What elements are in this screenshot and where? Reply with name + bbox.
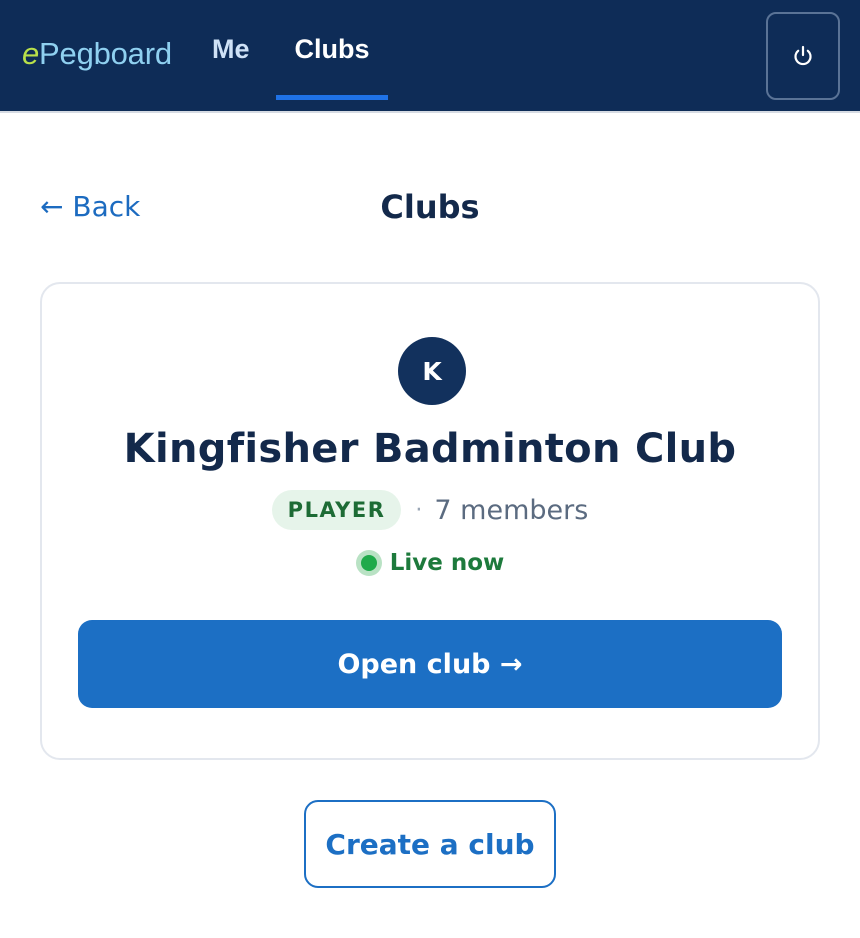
club-avatar: K [398, 337, 466, 405]
logo-e: e [22, 36, 40, 71]
role-badge: PLAYER [271, 490, 402, 530]
top-navigation-bar: ePegboard Me Clubs [0, 0, 860, 113]
member-count: 7 members [434, 494, 589, 526]
tab-clubs-label: Clubs [294, 34, 370, 64]
club-name: Kingfisher Badminton Club [123, 426, 737, 472]
live-indicator-icon [355, 550, 382, 576]
tab-me[interactable]: Me [212, 34, 250, 100]
live-status: Live now [42, 550, 818, 576]
meta-separator: · [415, 497, 423, 523]
logo-text: Pegboard [39, 36, 172, 71]
logout-button[interactable] [766, 12, 840, 100]
page-title: Clubs [380, 188, 480, 226]
live-status-label: Live now [389, 550, 505, 576]
club-meta: PLAYER · 7 members [42, 490, 818, 530]
create-club-button[interactable]: Create a club [304, 800, 556, 888]
epegboard-logo[interactable]: ePegboard [22, 36, 172, 72]
open-club-button[interactable]: Open club → [78, 620, 782, 708]
power-icon [794, 45, 812, 66]
tab-clubs[interactable]: Clubs [276, 34, 388, 100]
club-card: K Kingfisher Badminton Club PLAYER · 7 m… [40, 282, 820, 760]
active-tab-indicator [276, 95, 388, 100]
